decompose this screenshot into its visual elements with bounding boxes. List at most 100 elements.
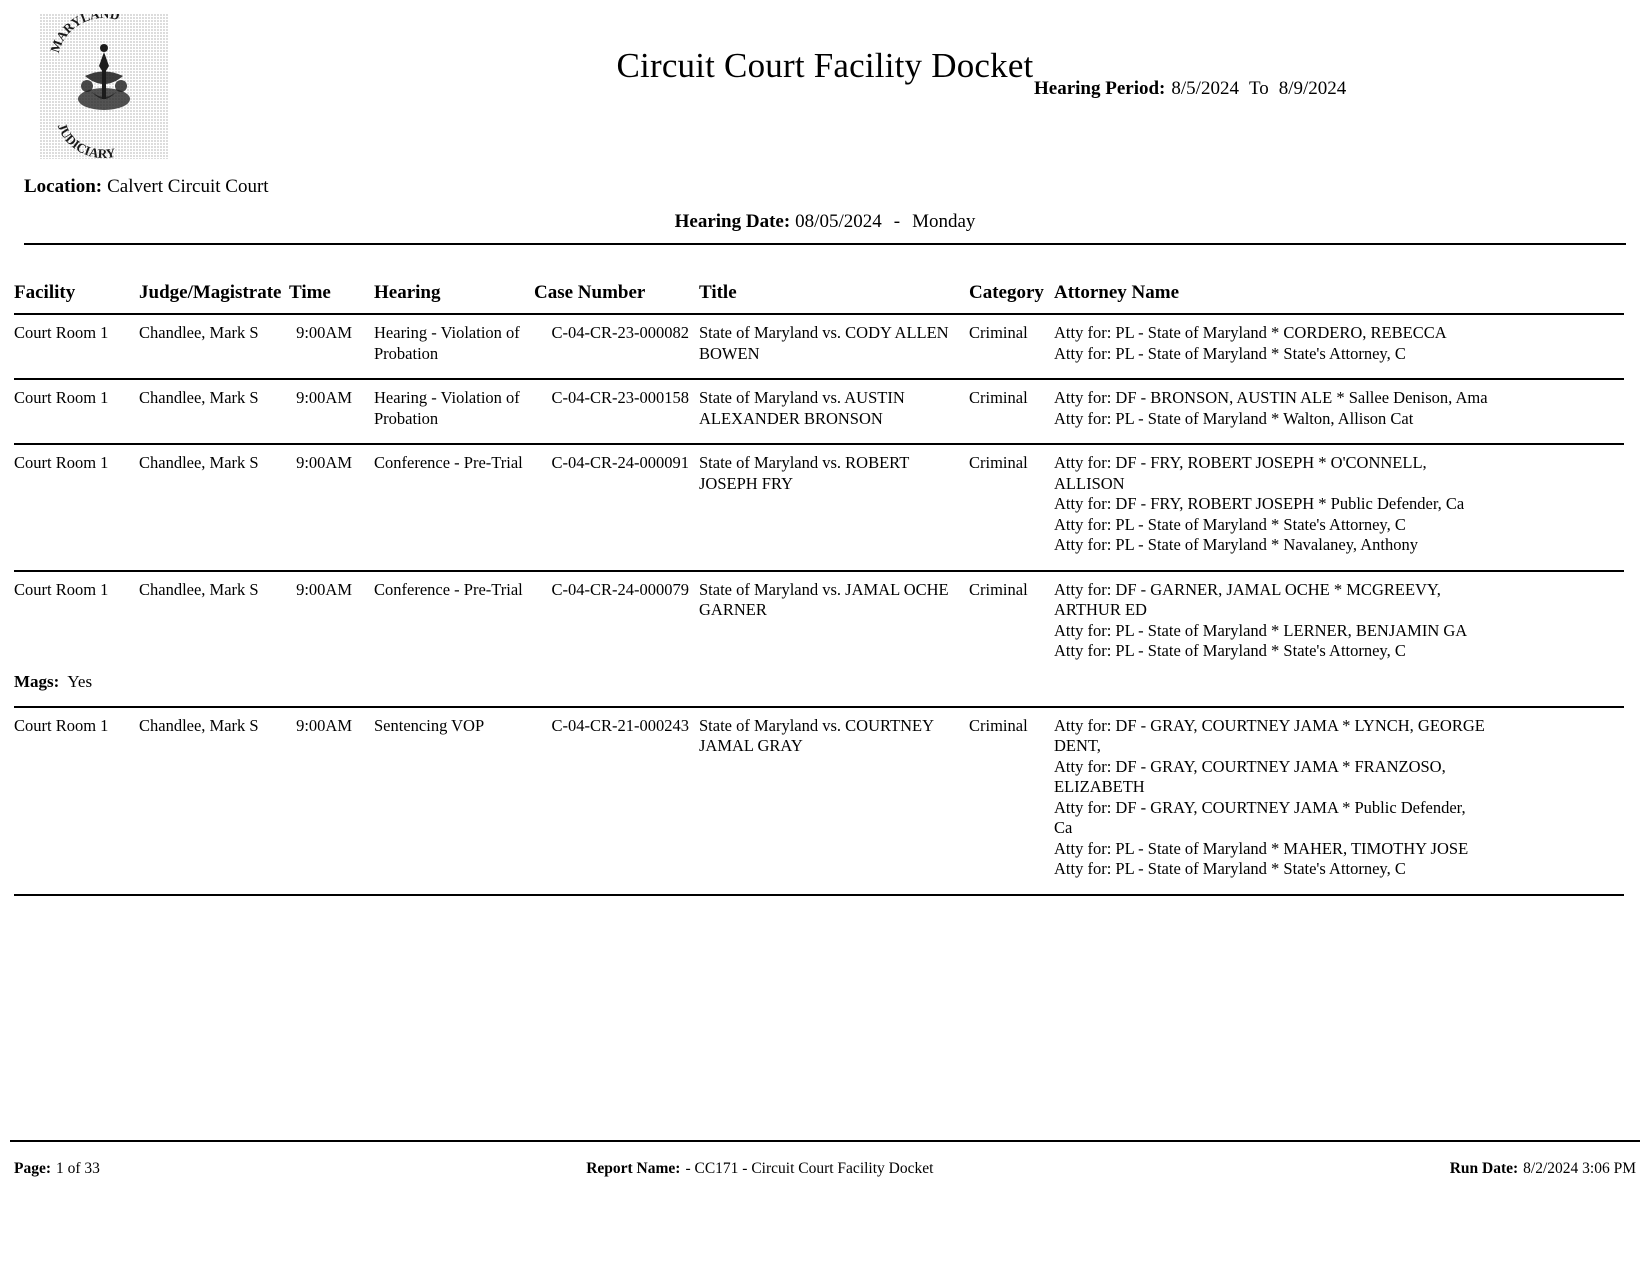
cell-judge: Chandlee, Mark S [139, 323, 259, 342]
footer-run-value: 8/2/2024 3:06 PM [1523, 1160, 1636, 1177]
page-title: Circuit Court Facility Docket [616, 46, 1034, 85]
cell-attorneys: Atty for: DF - GARNER, JAMAL OCHE * MCGR… [1054, 580, 1614, 662]
attorney-line: Atty for: PL - State of Maryland * Naval… [1054, 535, 1418, 554]
attorney-line: Atty for: DF - GRAY, COURTNEY JAMA * LYN… [1054, 715, 1485, 735]
cell-title: State of Maryland vs. CODY ALLEN BOWEN [699, 323, 949, 363]
cell-title: State of Maryland vs. AUSTIN ALEXANDER B… [699, 388, 905, 428]
cell-category: Criminal [969, 715, 1028, 735]
footer-run-label: Run Date: [1449, 1160, 1519, 1177]
cell-time: 9:00AM [296, 388, 352, 407]
attorney-line: ELIZABETH [1054, 777, 1145, 796]
table-row: Court Room 1 Chandlee, Mark S 9:00AM Senten… [14, 716, 1624, 880]
location-label: Location: [24, 176, 103, 197]
attorney-line: Atty for: PL - State of Maryland * MAHER… [1054, 838, 1469, 858]
footer-report-value: - CC171 - Circuit Court Facility Docket [685, 1160, 934, 1177]
cell-case_number: C-04-CR-21-000243 [551, 715, 690, 735]
cell-title: State of Maryland vs. COURTNEY JAMAL GRA… [699, 715, 934, 756]
row-divider [14, 893, 1624, 896]
column-header-time: Time [289, 282, 331, 303]
cell-hearing: Hearing - Violation of Probation [374, 388, 520, 428]
cell-time: 9:00AM [296, 579, 352, 599]
attorney-line: Atty for: PL - State of Maryland * Walto… [1054, 408, 1414, 428]
footer-divider [10, 1140, 1640, 1142]
cell-title: State of Maryland vs. ROBERT JOSEPH FRY [699, 453, 909, 493]
attorney-line: ALLISON [1054, 473, 1125, 493]
cell-case_number: C-04-CR-23-000082 [551, 323, 690, 342]
cell-category: Criminal [969, 388, 1028, 407]
hearing-period-to: 8/9/2024 [1278, 78, 1347, 99]
cell-case_number: C-04-CR-24-000079 [551, 579, 690, 599]
footer-page: Page: 1 of 33 [14, 1160, 100, 1178]
attorney-line: Atty for: DF - GRAY, COURTNEY JAMA * Pub… [1054, 797, 1466, 817]
cell-category: Criminal [969, 323, 1028, 342]
column-header-case-number: Case Number [534, 282, 646, 303]
column-header-attorney-name: Attorney Name [1054, 282, 1180, 303]
cell-attorneys: Atty for: PL - State of Maryland * CORDE… [1054, 323, 1614, 364]
maryland-judiciary-seal-icon: MARYLAND JUDICIARY [40, 14, 168, 159]
hearing-period: Hearing Period: 8/5/2024 To 8/9/2024 [1034, 78, 1346, 100]
table-row: Court Room 1 Chandlee, Mark S 9:00AM Hearin… [14, 388, 1624, 429]
cell-attorneys: Atty for: DF - FRY, ROBERT JOSEPH * O'CO… [1054, 453, 1614, 556]
hearing-period-label: Hearing Period: [1034, 78, 1166, 99]
page-footer: Page: 1 of 33 Report Name: - CC171 - Circu… [14, 1160, 1636, 1178]
location-line: Location: Calvert Circuit Court [24, 176, 269, 198]
docket-page: MARYLAND JUDICIARY Circuit Court Facilit [0, 0, 1650, 1275]
cell-judge: Chandlee, Mark S [139, 715, 259, 735]
cell-category: Criminal [969, 579, 1028, 599]
page-header: MARYLAND JUDICIARY Circuit Court Facilit [14, 0, 1636, 245]
cell-facility: Court Room 1 [14, 579, 109, 599]
hearing-date-day: Monday [912, 211, 976, 232]
column-header-hearing: Hearing [374, 282, 441, 303]
row-spacer [14, 692, 1624, 706]
attorney-line: ARTHUR ED [1054, 600, 1147, 619]
mags-line: Mags: Yes [14, 672, 1624, 692]
attorney-line: Atty for: PL - State of Maryland * State… [1054, 343, 1406, 363]
hearing-date-dash: - [893, 211, 901, 232]
attorney-line: DENT, [1054, 736, 1101, 755]
footer-report-label: Report Name: [586, 1160, 681, 1177]
cell-case_number: C-04-CR-23-000158 [551, 388, 690, 407]
cell-judge: Chandlee, Mark S [139, 453, 259, 472]
table-header-row: Facility Judge/Magistrate Time Hearing C… [14, 282, 1624, 304]
attorney-line: Atty for: DF - GARNER, JAMAL OCHE * MCGR… [1054, 579, 1441, 599]
cell-case_number: C-04-CR-24-000091 [551, 453, 690, 472]
footer-report: Report Name: - CC171 - Circuit Court Faci… [586, 1160, 933, 1178]
mags-value: Yes [67, 671, 93, 691]
column-header-judge: Judge/Magistrate [139, 282, 282, 303]
cell-title: State of Maryland vs. JAMAL OCHE GARNER [699, 579, 949, 620]
footer-page-value: 1 of 33 [56, 1160, 100, 1177]
footer-page-label: Page: [14, 1160, 52, 1177]
cell-hearing: Hearing - Violation of Probation [374, 323, 520, 363]
table-row: Court Room 1 Chandlee, Mark S 9:00AM Confer… [14, 453, 1624, 556]
cell-hearing: Conference - Pre-Trial [374, 453, 523, 472]
cell-category: Criminal [969, 453, 1028, 472]
column-header-facility: Facility [14, 282, 76, 303]
row-divider [14, 443, 1624, 445]
mags-label: Mags: [14, 671, 60, 691]
attorney-line: Atty for: DF - FRY, ROBERT JOSEPH * Publ… [1054, 494, 1465, 513]
column-header-category: Category [969, 282, 1044, 303]
attorney-line: Atty for: PL - State of Maryland * State… [1054, 641, 1406, 660]
footer-run-date: Run Date: 8/2/2024 3:06 PM [1450, 1160, 1636, 1178]
cell-judge: Chandlee, Mark S [139, 388, 259, 407]
cell-time: 9:00AM [296, 323, 352, 342]
attorney-line: Atty for: DF - GRAY, COURTNEY JAMA * FRA… [1054, 756, 1446, 776]
attorney-line: Atty for: PL - State of Maryland * LERNE… [1054, 620, 1468, 640]
attorney-line: Atty for: PL - State of Maryland * CORDE… [1054, 323, 1447, 342]
cell-hearing: Sentencing VOP [374, 715, 485, 735]
cell-facility: Court Room 1 [14, 453, 109, 472]
hearing-period-to-word: To [1248, 78, 1269, 99]
table-row: Court Room 1 Chandlee, Mark S 9:00AM Hearin… [14, 323, 1624, 364]
row-spacer [14, 880, 1624, 894]
location-value: Calvert Circuit Court [107, 176, 269, 197]
attorney-line: Atty for: DF - BRONSON, AUSTIN ALE * Sal… [1054, 388, 1488, 407]
cell-judge: Chandlee, Mark S [139, 579, 259, 599]
attorney-line: Atty for: DF - FRY, ROBERT JOSEPH * O'CO… [1054, 453, 1427, 472]
row-divider [14, 378, 1624, 380]
cell-facility: Court Room 1 [14, 323, 109, 342]
hearing-date-line: Hearing Date: 08/05/2024- Monday [14, 211, 1636, 233]
cell-attorneys: Atty for: DF - BRONSON, AUSTIN ALE * Sal… [1054, 388, 1614, 429]
header-divider [24, 243, 1626, 245]
row-spacer [14, 556, 1624, 570]
attorney-line: Ca [1054, 818, 1073, 837]
